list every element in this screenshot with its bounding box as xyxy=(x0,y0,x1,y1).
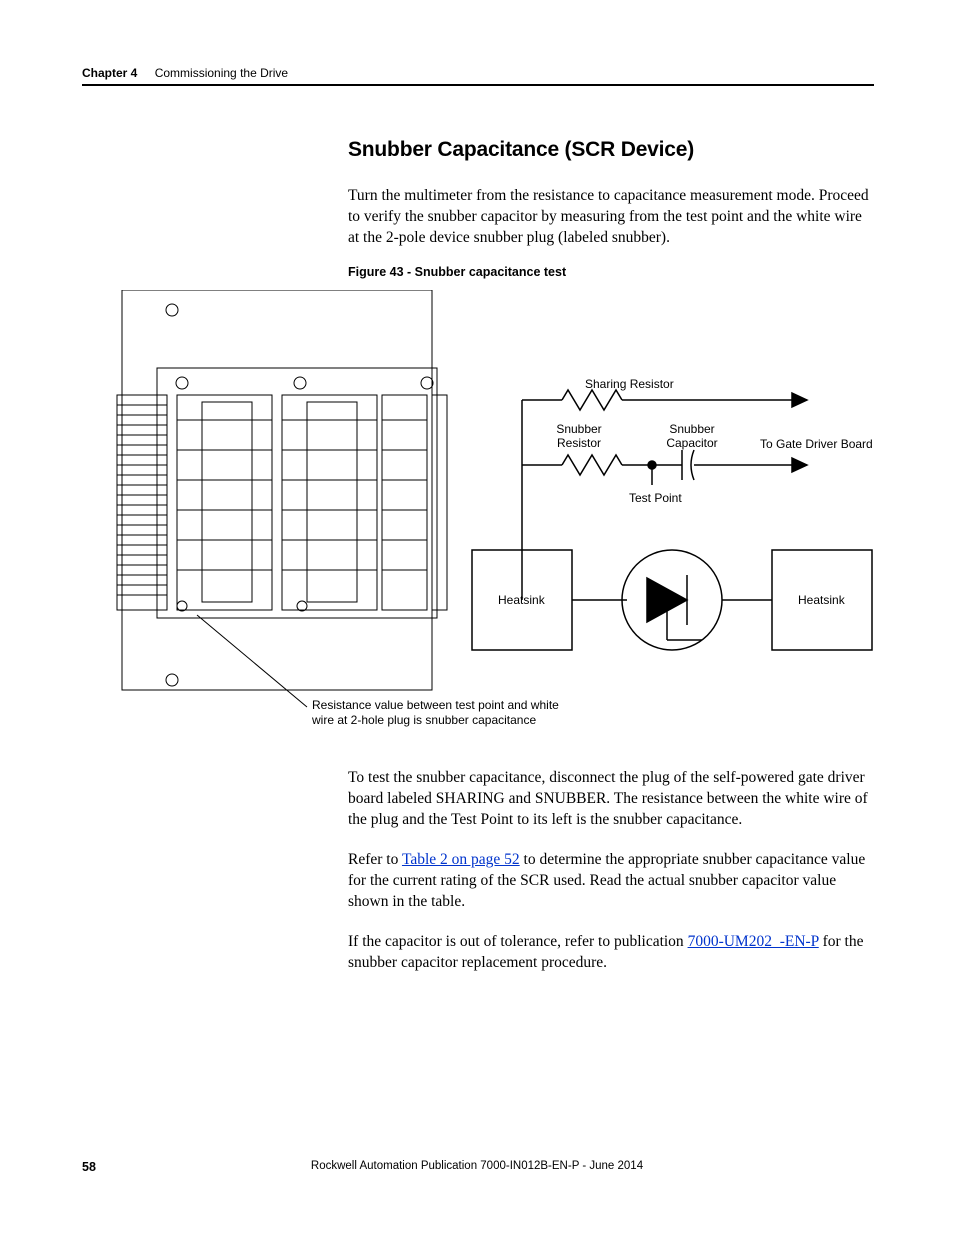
header-rule xyxy=(82,84,874,86)
paragraph-2: To test the snubber capacitance, disconn… xyxy=(348,768,876,831)
label-to-gate-driver: To Gate Driver Board xyxy=(760,438,873,452)
chapter-label: Chapter 4 xyxy=(82,66,137,80)
mechanical-drawing xyxy=(82,290,462,710)
footer-publication: Rockwell Automation Publication 7000-IN0… xyxy=(0,1160,954,1172)
label-test-point: Test Point xyxy=(629,492,682,506)
label-heatsink-left: Heatsink xyxy=(498,594,545,608)
figure-43: Resistance value between test point and … xyxy=(82,290,874,730)
figure-note: Resistance value between test point and … xyxy=(312,698,562,728)
label-heatsink-right: Heatsink xyxy=(798,594,845,608)
paragraph-3: Refer to Table 2 on page 52 to determine… xyxy=(348,850,876,913)
section-label: Commissioning the Drive xyxy=(155,66,288,80)
paragraph-1: Turn the multimeter from the resistance … xyxy=(348,186,876,249)
section-heading: Snubber Capacitance (SCR Device) xyxy=(348,138,694,162)
label-snubber-resistor: SnubberResistor xyxy=(534,423,624,451)
circuit-schematic xyxy=(462,350,882,690)
figure-caption: Figure 43 - Snubber capacitance test xyxy=(348,265,566,279)
label-snubber-capacitor: SnubberCapacitor xyxy=(647,423,737,451)
label-sharing-resistor: Sharing Resistor xyxy=(585,378,674,392)
paragraph-4: If the capacitor is out of tolerance, re… xyxy=(348,932,876,974)
link-table-2[interactable]: Table 2 on page 52 xyxy=(402,851,520,868)
link-publication[interactable]: 7000-UM202_-EN-P xyxy=(688,933,819,950)
running-header: Chapter 4 Commissioning the Drive xyxy=(82,66,288,80)
